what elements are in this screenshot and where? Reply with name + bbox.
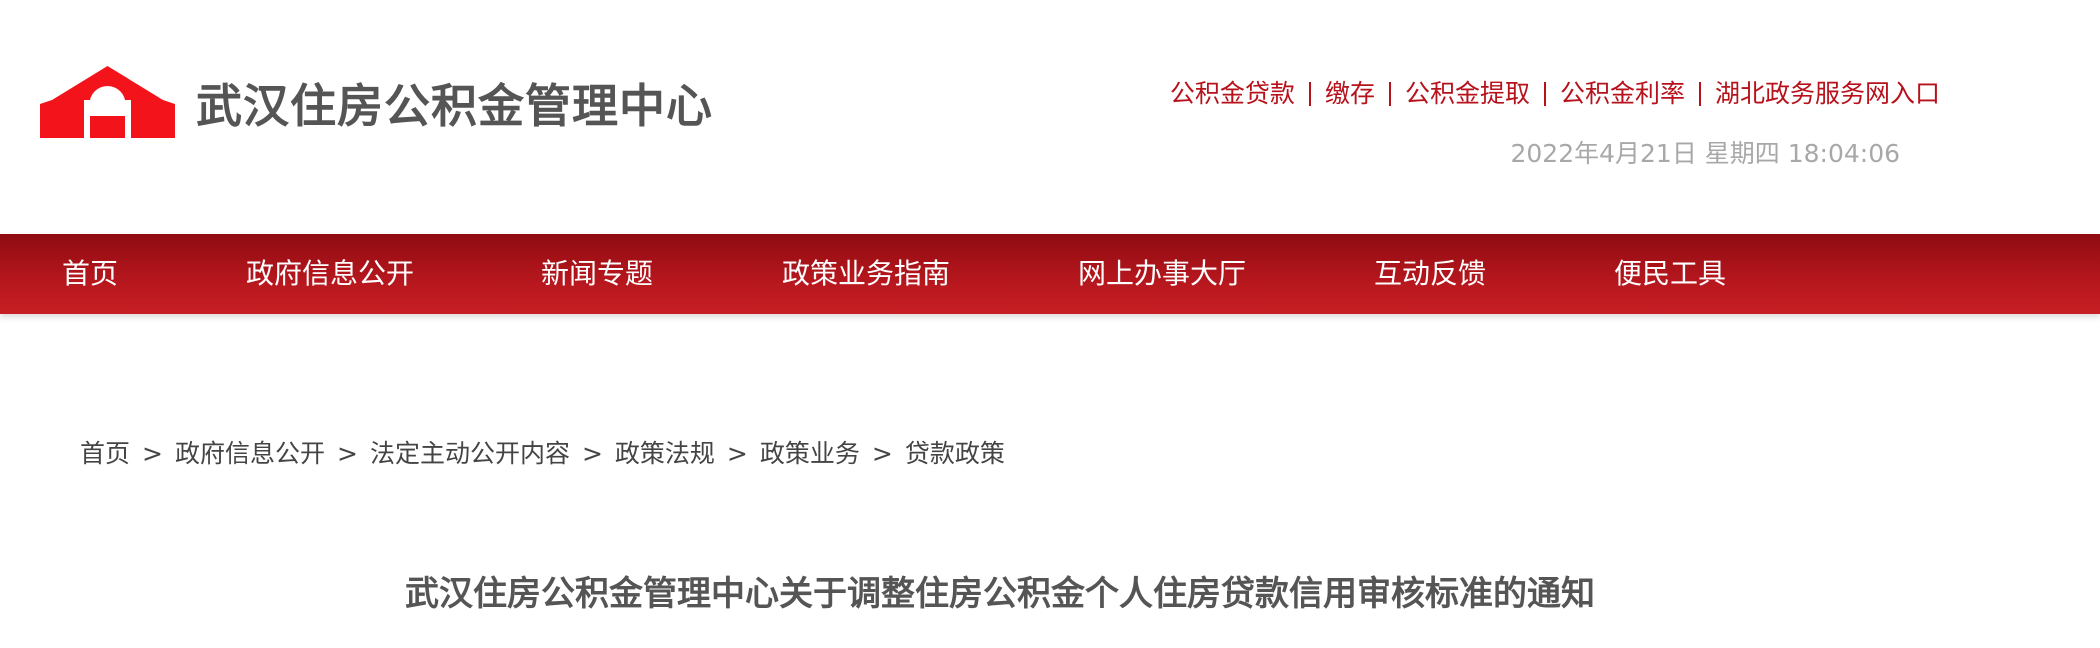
nav-item-convenience-tools[interactable]: 便民工具 [1614, 234, 1726, 314]
quick-link-deposit[interactable]: 缴存 [1325, 76, 1375, 112]
page: 武汉住房公积金管理中心 公积金贷款 缴存 公积金提取 公积金利率 湖北政务服务网… [0, 0, 2100, 648]
main-nav: 首页 政府信息公开 新闻专题 政策业务指南 网上办事大厅 互动反馈 便民工具 [0, 234, 2100, 314]
site-header: 武汉住房公积金管理中心 公积金贷款 缴存 公积金提取 公积金利率 湖北政务服务网… [0, 0, 2100, 234]
quick-link-divider [1388, 82, 1391, 106]
breadcrumb-separator: > [726, 439, 748, 468]
breadcrumb-loan-policy[interactable]: 贷款政策 [905, 436, 1005, 472]
quick-link-loan[interactable]: 公积金贷款 [1170, 76, 1295, 112]
nav-item-interactive-feedback[interactable]: 互动反馈 [1374, 234, 1486, 314]
breadcrumb-separator: > [581, 439, 603, 468]
breadcrumb: 首页 > 政府信息公开 > 法定主动公开内容 > 政策法规 > 政策业务 > 贷… [80, 436, 1005, 472]
nav-item-online-service-hall[interactable]: 网上办事大厅 [1078, 234, 1246, 314]
nav-item-policy-guide[interactable]: 政策业务指南 [782, 234, 950, 314]
current-datetime: 2022年4月21日 星期四 18:04:06 [1510, 139, 1900, 168]
site-title: 武汉住房公积金管理中心 [196, 79, 713, 133]
breadcrumb-separator: > [336, 439, 358, 468]
nav-item-home[interactable]: 首页 [62, 234, 118, 314]
quick-link-divider [1308, 82, 1311, 106]
article-title: 武汉住房公积金管理中心关于调整住房公积金个人住房贷款信用审核标准的通知 [405, 574, 1595, 614]
quick-link-divider [1543, 82, 1546, 106]
breadcrumb-separator: > [142, 439, 163, 468]
house-roof-logo-icon[interactable] [40, 66, 175, 142]
breadcrumb-policy-regulations[interactable]: 政策法规 [615, 436, 715, 472]
nav-item-gov-info-disclosure[interactable]: 政府信息公开 [246, 234, 414, 314]
breadcrumb-statutory-content[interactable]: 法定主动公开内容 [370, 436, 570, 472]
quick-link-hubei-gov-portal[interactable]: 湖北政务服务网入口 [1715, 76, 1940, 112]
quick-links: 公积金贷款 缴存 公积金提取 公积金利率 湖北政务服务网入口 [1170, 76, 1940, 112]
quick-link-divider [1698, 82, 1701, 106]
breadcrumb-home[interactable]: 首页 [80, 436, 130, 472]
nav-item-news-topics[interactable]: 新闻专题 [541, 234, 653, 314]
breadcrumb-policy-business[interactable]: 政策业务 [760, 436, 860, 472]
quick-link-withdraw[interactable]: 公积金提取 [1405, 76, 1530, 112]
quick-link-rate[interactable]: 公积金利率 [1560, 76, 1685, 112]
breadcrumb-separator: > [871, 439, 893, 468]
breadcrumb-gov-info-disclosure[interactable]: 政府信息公开 [175, 436, 325, 472]
